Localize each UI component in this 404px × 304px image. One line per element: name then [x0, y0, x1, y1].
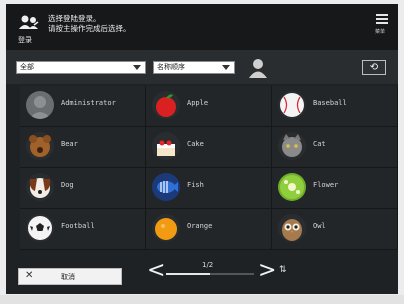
baseball-icon [278, 91, 306, 119]
header: 登录 选择登陆登录。 请按主操作完成后选择。 菜单 [6, 4, 398, 50]
fish-icon [152, 173, 180, 201]
menu-icon-bar [376, 22, 388, 24]
menu-icon-bar [376, 18, 388, 20]
administrator-avatar-icon [26, 91, 54, 119]
cancel-button[interactable]: ✕ 取消 [18, 268, 122, 285]
user-tile[interactable]: Owl [272, 209, 398, 250]
user-tile[interactable]: Fish [146, 168, 272, 209]
sort-value: 名称顺序 [157, 63, 185, 71]
cancel-label: 取消 [61, 273, 75, 281]
orange-icon [152, 214, 180, 242]
user-name: Fish [187, 181, 204, 189]
owl-icon [278, 214, 306, 242]
page-progress-fill [166, 273, 210, 275]
category-value: 全部 [20, 63, 34, 71]
user-name: Football [61, 222, 95, 230]
scroll-icon[interactable]: ⇅ [279, 265, 287, 275]
header-message-line2: 请按主操作完成后选择。 [48, 24, 131, 33]
next-page-button[interactable]: > [258, 258, 276, 283]
user-name: Apple [187, 99, 209, 107]
user-name: Cake [187, 140, 204, 148]
user-name: Administrator [61, 99, 116, 107]
login-panel: 登录 选择登陆登录。 请按主操作完成后选择。 菜单 全部 名称顺序 ⟲ Admi… [6, 4, 398, 294]
dog-icon [26, 173, 54, 201]
user-tile[interactable]: Football [20, 209, 146, 250]
football-icon [26, 214, 54, 242]
page-progress-track [166, 273, 254, 275]
previous-page-button[interactable]: < [147, 258, 165, 283]
user-name: Cat [313, 140, 326, 148]
user-tile[interactable]: Dog [20, 168, 146, 209]
person-icon[interactable] [247, 57, 269, 79]
user-tile[interactable]: Baseball [272, 86, 398, 127]
chevron-down-icon [133, 65, 141, 70]
login-label: 登录 [18, 36, 32, 44]
refresh-button[interactable]: ⟲ [362, 60, 386, 75]
user-tile[interactable]: Administrator [20, 86, 146, 127]
menu-button[interactable]: 菜单 [372, 12, 392, 36]
user-tile[interactable]: Cake [146, 127, 272, 168]
user-grid: Administrator Apple Baseball Bear Cake Cat Dog… [20, 86, 398, 252]
user-tile[interactable]: Bear [20, 127, 146, 168]
menu-caption: 菜单 [375, 29, 386, 35]
refresh-icon: ⟲ [369, 62, 379, 73]
filter-bar: 全部 名称顺序 ⟲ [6, 50, 398, 84]
user-name: Orange [187, 222, 213, 230]
flower-icon [278, 173, 306, 201]
apple-icon [152, 91, 180, 119]
menu-icon [376, 14, 388, 16]
user-tile[interactable]: Cat [272, 127, 398, 168]
page-indicator: 1/2 [202, 261, 214, 269]
cake-icon [152, 132, 180, 160]
user-name: Owl [313, 222, 326, 230]
user-name: Bear [61, 140, 78, 148]
user-name: Dog [61, 181, 74, 189]
bottom-strip [0, 295, 404, 304]
user-name: Baseball [313, 99, 347, 107]
login-users-icon[interactable] [18, 14, 40, 32]
header-message: 选择登陆登录。 请按主操作完成后选择。 [48, 14, 248, 34]
chevron-down-icon [222, 65, 230, 70]
category-dropdown[interactable]: 全部 [16, 61, 146, 74]
close-icon: ✕ [25, 270, 34, 281]
bear-icon [26, 132, 54, 160]
user-tile[interactable]: Apple [146, 86, 272, 127]
header-message-line1: 选择登陆登录。 [48, 14, 101, 23]
sort-dropdown[interactable]: 名称顺序 [153, 61, 235, 74]
user-tile[interactable]: Flower [272, 168, 398, 209]
cat-icon [278, 132, 306, 160]
user-name: Flower [313, 181, 339, 189]
footer: ✕ 取消 < 1/2 > ⇅ [6, 254, 398, 294]
user-tile[interactable]: Orange [146, 209, 272, 250]
